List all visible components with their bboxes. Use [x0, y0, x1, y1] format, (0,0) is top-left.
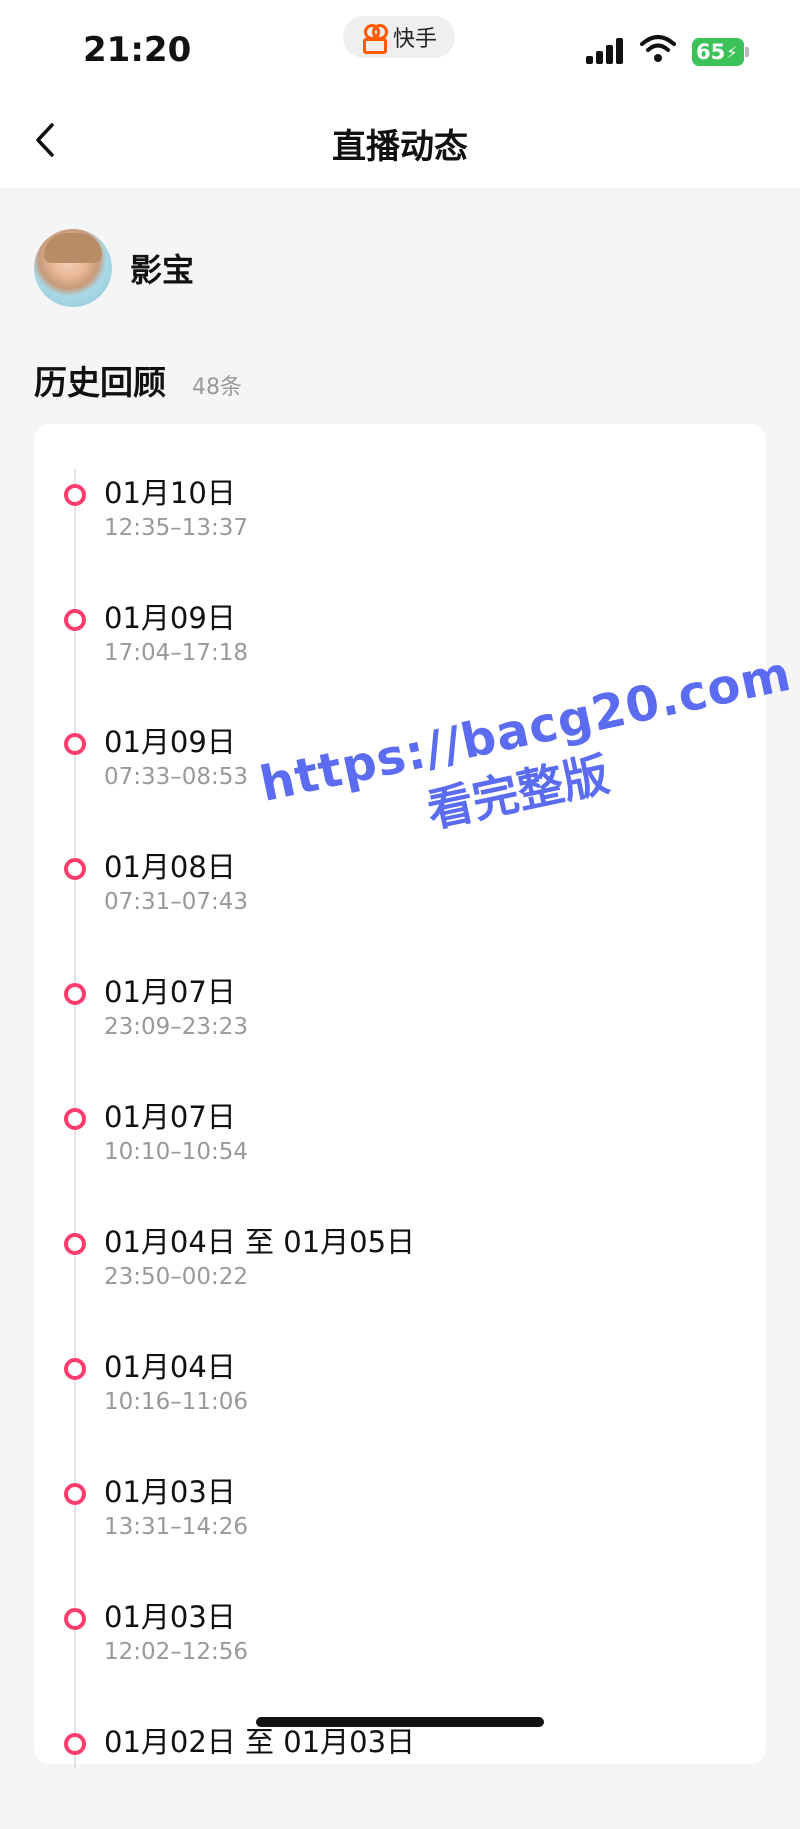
page-title: 直播动态 [332, 127, 468, 167]
charging-bolt-icon: ⚡ [726, 42, 738, 62]
cellular-signal-icon [586, 38, 628, 64]
entry-date: 01月07日 [104, 975, 236, 1009]
entry-time: 23:09–23:23 [104, 1014, 249, 1040]
timeline-dot-icon [64, 1108, 86, 1130]
entry-date: 01月09日 [104, 725, 236, 759]
navigation-bar: 直播动态 [0, 95, 800, 188]
entry-date: 01月08日 [104, 850, 236, 884]
timeline-dot-icon [64, 983, 86, 1005]
entry-time: 07:33–08:53 [104, 764, 249, 790]
battery-cap [745, 47, 749, 57]
entry-date: 01月04日 [104, 1350, 236, 1384]
history-count: 48条 [192, 375, 242, 400]
entry-time: 10:10–10:54 [104, 1139, 249, 1165]
entry-time: 07:31–07:43 [104, 889, 249, 915]
timeline-entry[interactable]: 01月03日 12:02–12:56 [34, 1594, 766, 1704]
entry-time: 23:50–00:22 [104, 1264, 249, 1290]
timeline-entry[interactable]: 01月09日 07:33–08:53 [34, 719, 766, 829]
timeline-entry[interactable]: 01月10日 12:35–13:37 [34, 470, 766, 580]
history-header: 历史回顾 48条 [34, 356, 242, 404]
timeline-entry[interactable]: 01月04日 10:16–11:06 [34, 1344, 766, 1454]
profile-header[interactable]: 影宝 [34, 228, 194, 308]
history-card: 01月10日 12:35–13:37 01月09日 17:04–17:18 01… [34, 424, 766, 1769]
timeline-dot-icon [64, 1358, 86, 1380]
entry-date: 01月10日 [104, 476, 236, 510]
kuaishou-logo-icon [361, 23, 388, 54]
status-time: 21:20 [83, 30, 192, 70]
entry-time: 17:04–17:18 [104, 640, 249, 666]
entry-date: 01月09日 [104, 601, 236, 635]
timeline-entry[interactable]: 01月09日 17:04–17:18 [34, 595, 766, 705]
timeline-dot-icon [64, 1608, 86, 1630]
battery-level: 65 [696, 40, 726, 64]
entry-date: 01月03日 [104, 1475, 236, 1509]
app-name: 快手 [392, 27, 437, 52]
timeline-dot-icon [64, 1233, 86, 1255]
wifi-icon [640, 35, 676, 62]
timeline-dot-icon [64, 1483, 86, 1505]
timeline-entry[interactable]: 01月08日 07:31–07:43 [34, 844, 766, 954]
timeline-entry[interactable]: 01月02日 至 01月03日 [34, 1719, 766, 1829]
timeline-dot-icon [64, 484, 86, 506]
battery-icon: 65 ⚡ [692, 38, 744, 66]
timeline-dot-icon [64, 609, 86, 631]
timeline-dot-icon [64, 1733, 86, 1755]
timeline-entry[interactable]: 01月04日 至 01月05日 23:50–00:22 [34, 1219, 766, 1329]
entry-time: 10:16–11:06 [104, 1389, 249, 1415]
status-bar: 21:20 快手 65 ⚡ [0, 0, 800, 95]
entry-time: 13:31–14:26 [104, 1514, 249, 1540]
timeline-dot-icon [64, 858, 86, 880]
entry-time: 12:35–13:37 [104, 515, 249, 541]
app-indicator-pill[interactable]: 快手 [343, 16, 455, 58]
entry-time: 12:02–12:56 [104, 1639, 249, 1665]
history-title: 历史回顾 [34, 363, 166, 402]
avatar[interactable] [34, 229, 112, 307]
username[interactable]: 影宝 [130, 245, 194, 291]
timeline-entry[interactable]: 01月07日 23:09–23:23 [34, 969, 766, 1079]
home-indicator[interactable] [256, 1717, 544, 1727]
entry-date: 01月03日 [104, 1600, 236, 1634]
timeline-entry[interactable]: 01月07日 10:10–10:54 [34, 1094, 766, 1204]
entry-date: 01月04日 至 01月05日 [104, 1225, 416, 1259]
timeline-entry[interactable]: 01月03日 13:31–14:26 [34, 1469, 766, 1579]
timeline-dot-icon [64, 733, 86, 755]
entry-date: 01月07日 [104, 1100, 236, 1134]
